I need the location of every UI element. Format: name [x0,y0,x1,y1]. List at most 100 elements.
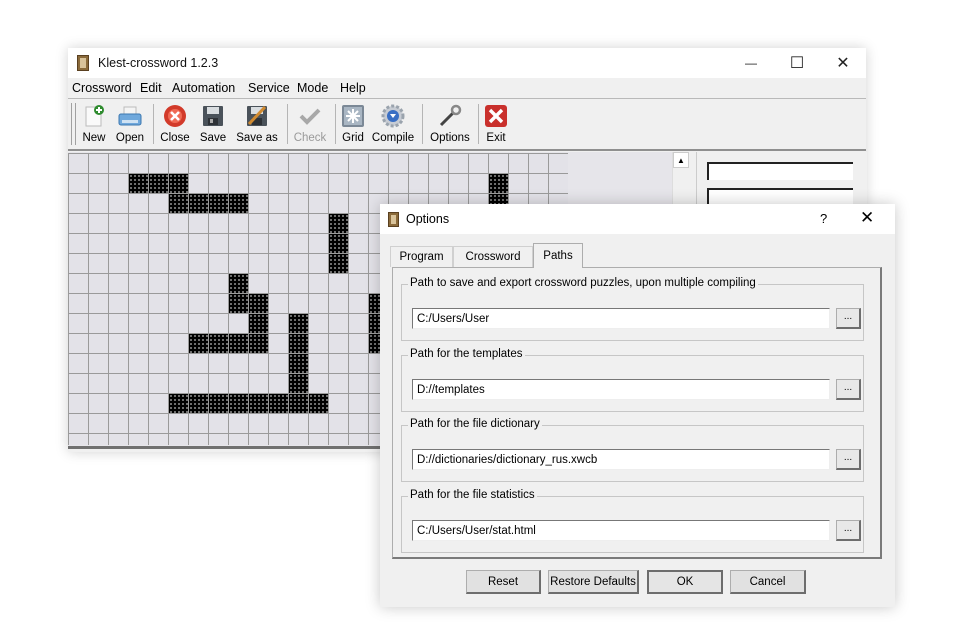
black-cell[interactable] [209,334,228,353]
black-cell[interactable] [249,314,268,333]
black-cell[interactable] [229,334,248,353]
black-cell[interactable] [249,294,268,313]
save-export-path-input[interactable] [412,308,830,329]
black-cell[interactable] [289,394,308,413]
save-as-button[interactable]: Save as [236,102,278,146]
close-circle-icon [163,104,187,128]
black-cell[interactable] [289,334,308,353]
toolbar-separator [478,104,479,144]
toolbar-separator [287,104,288,144]
toolbar-separator [335,104,336,144]
menu-edit[interactable]: Edit [140,81,162,95]
restore-defaults-button[interactable]: Restore Defaults [548,570,639,594]
dictionary-path-input[interactable] [412,449,830,470]
exit-button[interactable]: Exit [484,102,508,146]
title-bar: Klest-crossword 1.2.3 — ☐ ✕ [68,48,866,78]
gear-icon [381,104,405,128]
group-title: Path for the templates [408,348,525,360]
black-cell[interactable] [169,194,188,213]
dialog-close-button[interactable]: ✕ [860,208,874,228]
maximize-button[interactable]: ☐ [774,48,820,78]
browse-button[interactable]: ... [836,308,861,329]
black-cell[interactable] [189,334,208,353]
black-cell[interactable] [489,174,508,193]
menu-automation[interactable]: Automation [172,81,235,95]
black-cell[interactable] [229,294,248,313]
black-cell[interactable] [329,214,348,233]
window-title: Klest-crossword 1.2.3 [98,56,219,70]
app-icon [77,55,89,71]
browse-button[interactable]: ... [836,379,861,400]
check-button[interactable]: Check [293,102,327,146]
minimize-icon: — [745,56,757,70]
black-cell[interactable] [209,394,228,413]
black-cell[interactable] [169,394,188,413]
browse-button[interactable]: ... [836,449,861,470]
paths-tab-panel: Path to save and export crossword puzzle… [392,267,882,559]
menu-service[interactable]: Service [248,81,290,95]
new-label: New [82,132,106,144]
close-window-button[interactable]: ✕ [820,48,866,78]
tab-crossword[interactable]: Crossword [453,246,533,267]
tab-program[interactable]: Program [390,246,453,267]
black-cell[interactable] [229,394,248,413]
statistics-path-input[interactable] [412,520,830,541]
black-cell[interactable] [249,394,268,413]
exit-label: Exit [486,132,506,144]
black-cell[interactable] [229,194,248,213]
help-button[interactable]: ? [820,211,827,226]
maximize-icon: ☐ [789,55,805,72]
menu-mode[interactable]: Mode [297,81,328,95]
templates-path-input[interactable] [412,379,830,400]
compile-label: Compile [371,132,415,144]
toolbar-separator [422,104,423,144]
wrench-icon [438,104,462,128]
black-cell[interactable] [189,394,208,413]
black-cell[interactable] [289,354,308,373]
black-cell[interactable] [229,274,248,293]
black-cell[interactable] [309,394,328,413]
browse-button[interactable]: ... [836,520,861,541]
menu-help[interactable]: Help [340,81,366,95]
templates-path-group: Path for the templates ... [401,348,864,412]
cancel-button[interactable]: Cancel [730,570,806,594]
options-button[interactable]: Options [429,102,471,146]
open-printer-icon [118,104,142,128]
minimize-button[interactable]: — [728,48,774,78]
options-label: Options [430,132,470,144]
ok-button[interactable]: OK [647,570,723,594]
arrow-up-icon: ▲ [677,155,685,165]
black-cell[interactable] [129,174,148,193]
black-cell[interactable] [149,174,168,193]
toolbar-separator [153,104,154,144]
grid-label: Grid [342,132,364,144]
open-button[interactable]: Open [114,102,146,146]
black-cell[interactable] [329,234,348,253]
floppy-pencil-icon [245,104,269,128]
black-cell[interactable] [249,334,268,353]
compile-button[interactable]: Compile [371,102,415,146]
black-cell[interactable] [289,314,308,333]
checkmark-icon [298,104,322,128]
toolbar-grip[interactable] [71,103,76,145]
grid-button[interactable]: Grid [341,102,365,146]
black-cell[interactable] [189,194,208,213]
tab-paths[interactable]: Paths [533,243,583,268]
reset-button[interactable]: Reset [466,570,541,594]
menu-crossword[interactable]: Crossword [72,81,132,95]
exit-x-icon [484,104,508,128]
new-button[interactable]: New [80,102,108,146]
close-button[interactable]: Close [160,102,190,146]
black-cell[interactable] [169,174,188,193]
options-dialog: Options ? ✕ Program Crossword Paths Path… [380,204,895,607]
scroll-up-button[interactable]: ▲ [673,152,689,168]
side-field[interactable] [707,162,853,180]
save-as-label: Save as [236,132,278,144]
black-cell[interactable] [209,194,228,213]
black-cell[interactable] [329,254,348,273]
save-button[interactable]: Save [198,102,228,146]
floppy-disk-icon [201,104,225,128]
black-cell[interactable] [289,374,308,393]
black-cell[interactable] [269,394,288,413]
dialog-title-bar: Options ? ✕ [380,204,895,234]
